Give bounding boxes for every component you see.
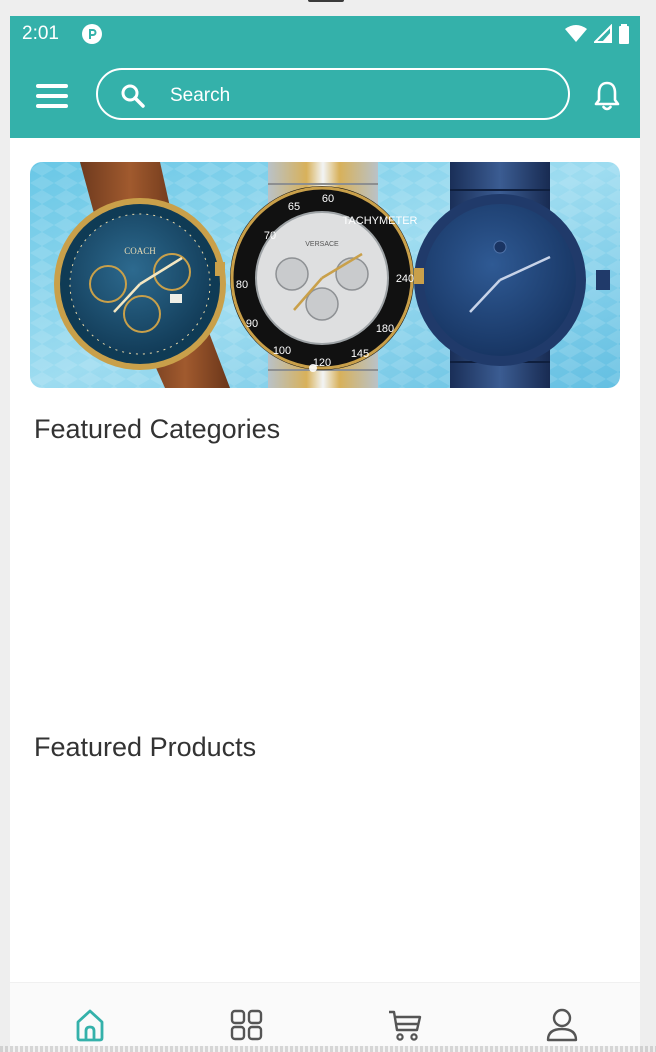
wifi-icon xyxy=(565,25,588,42)
status-time: 2:01 xyxy=(22,23,59,44)
categories-grid-icon xyxy=(230,1009,263,1041)
screen-edge-strip xyxy=(0,1046,656,1052)
svg-text:90: 90 xyxy=(246,318,258,330)
cart-icon xyxy=(389,1010,422,1041)
search-bar[interactable] xyxy=(96,68,570,120)
nav-profile-tab[interactable] xyxy=(542,1005,582,1045)
nav-categories-tab[interactable] xyxy=(227,1005,267,1045)
carousel-indicator-dot[interactable] xyxy=(309,364,317,372)
featured-categories-heading: Featured Categories xyxy=(34,414,281,444)
notification-button[interactable] xyxy=(592,80,622,112)
battery-icon xyxy=(619,24,629,44)
app-notification-icon xyxy=(82,24,102,44)
menu-button[interactable] xyxy=(34,80,72,112)
nav-cart-tab[interactable] xyxy=(385,1005,425,1045)
svg-text:80: 80 xyxy=(236,279,248,291)
cell-signal-icon xyxy=(593,24,612,43)
camera-notch xyxy=(308,0,344,2)
svg-text:100: 100 xyxy=(273,345,291,357)
promo-banner[interactable]: COACH 70 65 60 TACHYMETER 240 180 145 12… xyxy=(30,162,620,388)
featured-products-heading: Featured Products xyxy=(34,732,257,762)
bell-icon xyxy=(594,81,620,111)
svg-text:VERSACE: VERSACE xyxy=(305,241,339,248)
app-toolbar xyxy=(10,52,640,138)
watches-banner-image: COACH 70 65 60 TACHYMETER 240 180 145 12… xyxy=(30,162,620,388)
bottom-navigation xyxy=(10,982,640,1052)
svg-text:240: 240 xyxy=(396,273,414,285)
home-icon xyxy=(76,1009,104,1042)
search-input[interactable] xyxy=(168,80,552,112)
svg-text:70: 70 xyxy=(264,230,276,242)
app-screen: 2:01 Search COACH 70 65 60 TACHYMETER 24… xyxy=(10,16,640,1052)
status-bar: 2:01 xyxy=(10,16,640,52)
svg-text:60: 60 xyxy=(322,193,334,205)
svg-text:65: 65 xyxy=(288,201,300,213)
svg-text:180: 180 xyxy=(376,323,394,335)
svg-text:TACHYMETER: TACHYMETER xyxy=(343,215,418,227)
svg-text:145: 145 xyxy=(351,348,369,360)
hamburger-menu-icon xyxy=(36,84,68,108)
svg-text:COACH: COACH xyxy=(124,246,156,256)
nav-home-tab[interactable] xyxy=(70,1005,110,1045)
search-icon xyxy=(121,84,145,108)
status-icons xyxy=(563,24,630,44)
profile-icon xyxy=(546,1008,578,1042)
